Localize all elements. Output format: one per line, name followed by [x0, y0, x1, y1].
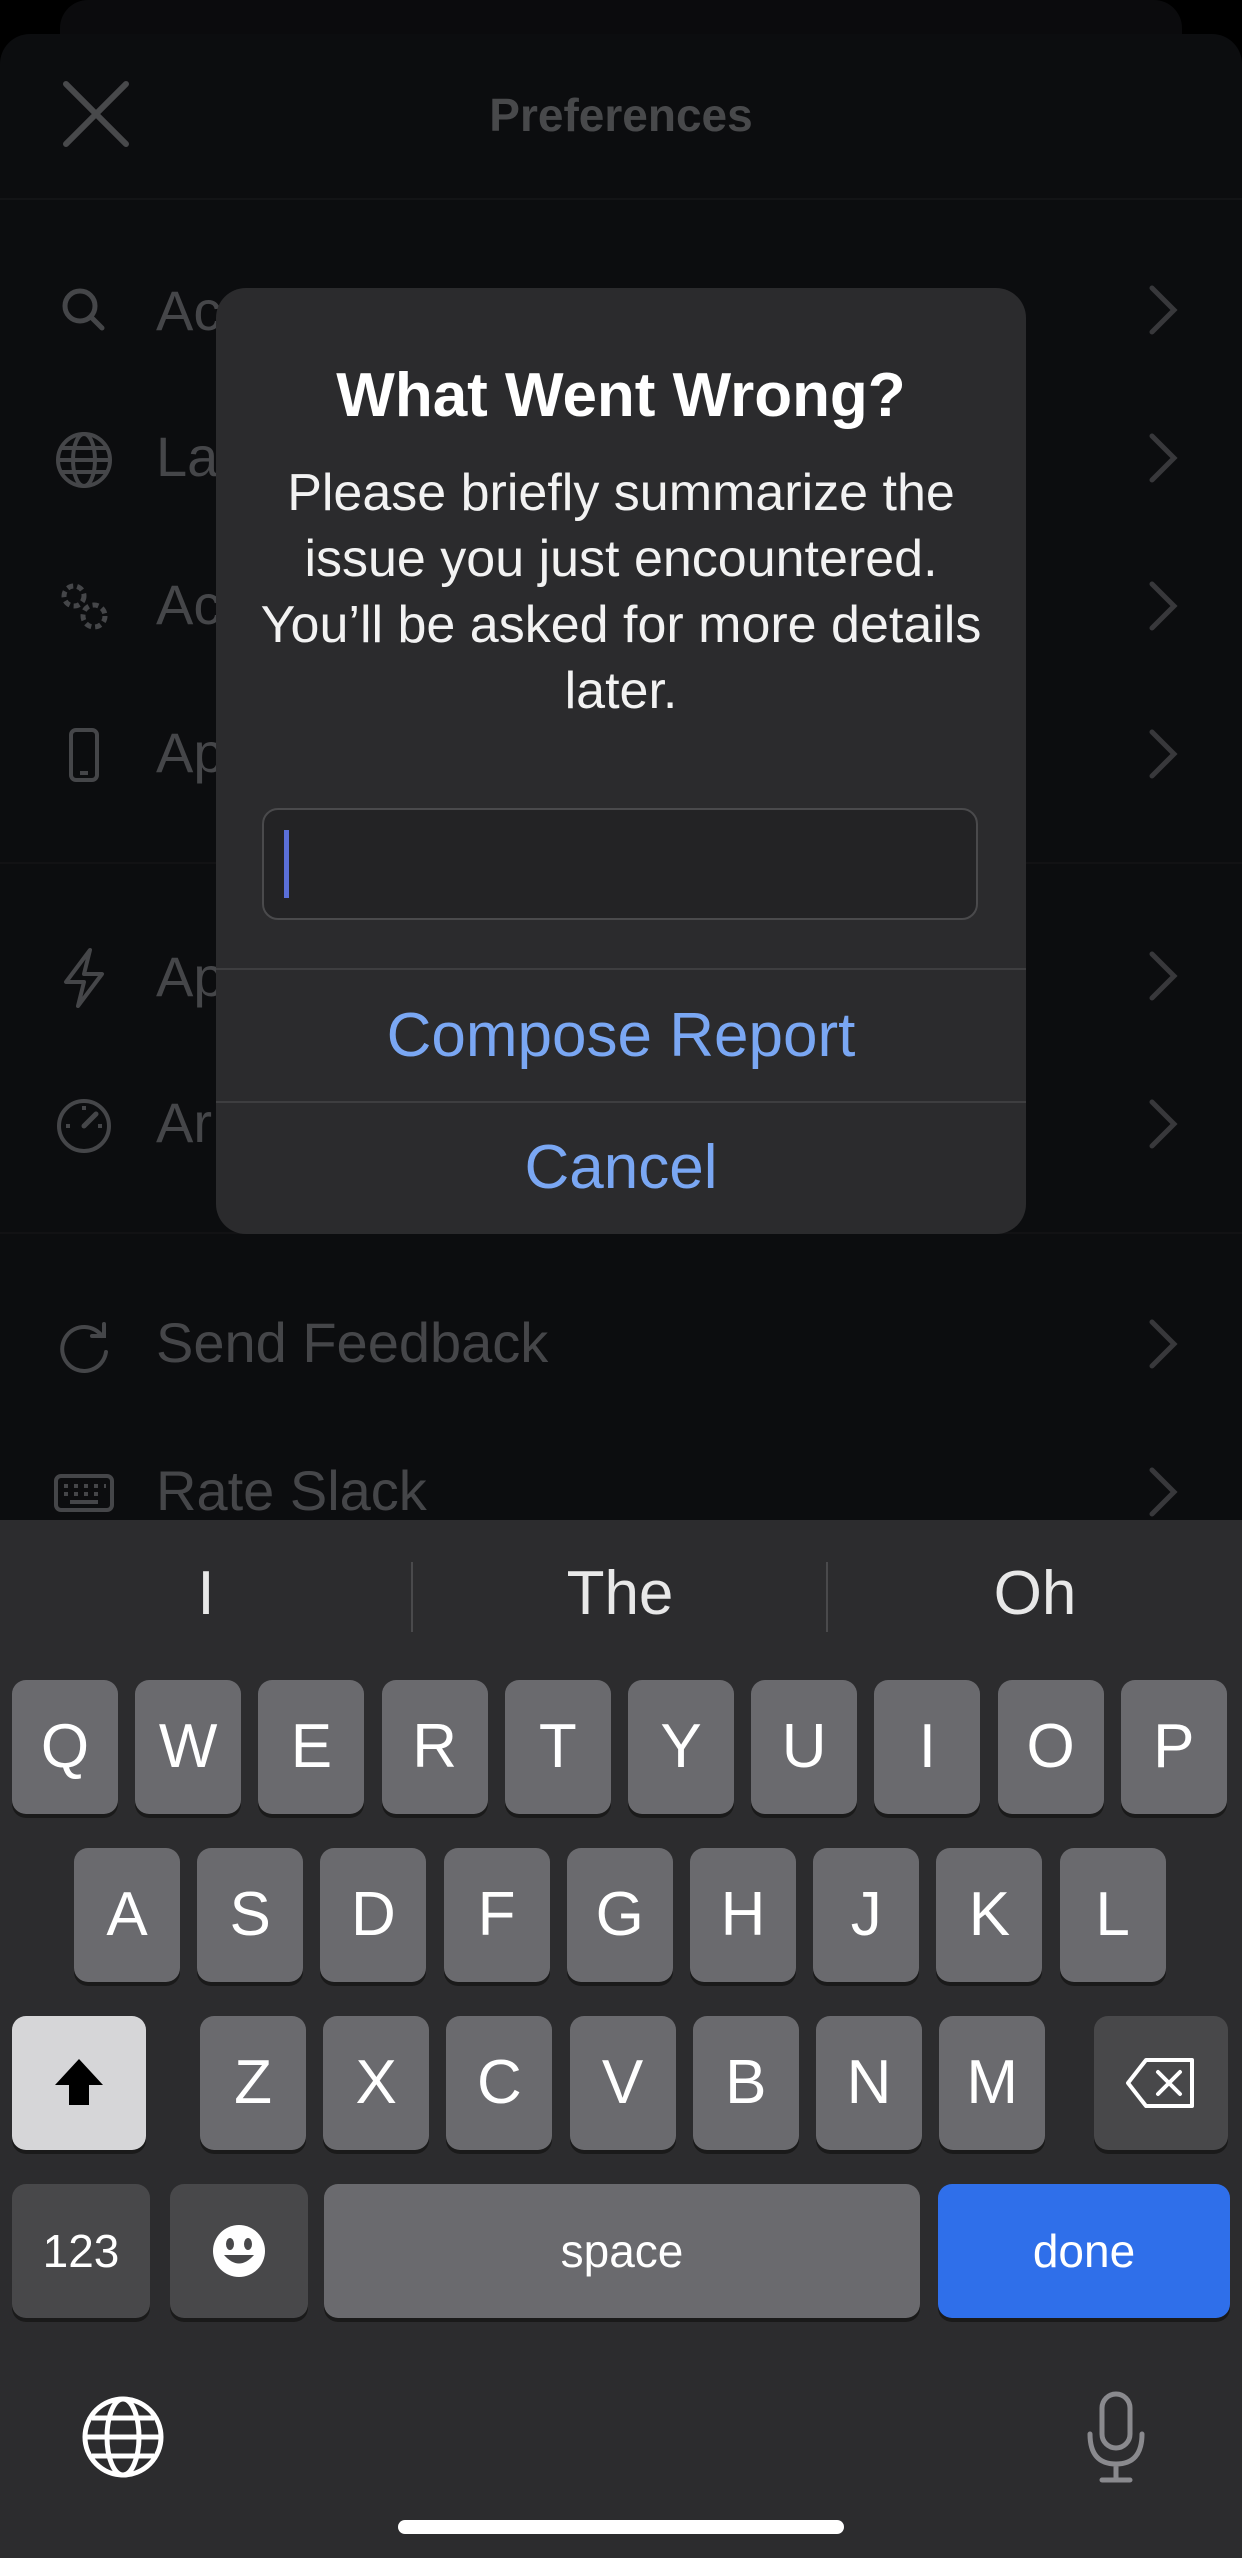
key-a[interactable]: A [74, 1848, 180, 1982]
key-m[interactable]: M [939, 2016, 1046, 2150]
key-l[interactable]: L [1059, 1848, 1166, 1982]
key-k[interactable]: K [936, 1848, 1043, 1982]
suggestion-divider [411, 1562, 413, 1632]
home-indicator [398, 2520, 844, 2534]
backspace-icon [1126, 2058, 1194, 2108]
alert-divider [216, 968, 1026, 970]
text-cursor [284, 830, 289, 898]
key-j[interactable]: J [813, 1848, 920, 1982]
suggestion-3[interactable]: Oh [828, 1558, 1242, 1648]
compose-report-button[interactable]: Compose Report [216, 1000, 1026, 1071]
emoji-icon [213, 2225, 265, 2277]
key-n[interactable]: N [816, 2016, 922, 2150]
key-x[interactable]: X [323, 2016, 430, 2150]
space-key[interactable]: space [324, 2184, 920, 2318]
shift-key[interactable] [12, 2016, 146, 2150]
key-s[interactable]: S [197, 1848, 304, 1982]
microphone-icon[interactable] [1082, 2390, 1150, 2486]
alert-divider [216, 1101, 1026, 1103]
numbers-key[interactable]: 123 [12, 2184, 150, 2318]
key-r[interactable]: R [381, 1680, 488, 1814]
suggestion-2[interactable]: The [414, 1558, 826, 1648]
key-y[interactable]: Y [628, 1680, 734, 1814]
key-c[interactable]: C [446, 2016, 553, 2150]
done-key[interactable]: done [938, 2184, 1230, 2318]
key-g[interactable]: G [566, 1848, 673, 1982]
key-e[interactable]: E [258, 1680, 365, 1814]
key-z[interactable]: Z [200, 2016, 306, 2150]
key-v[interactable]: V [569, 2016, 676, 2150]
key-w[interactable]: W [135, 1680, 242, 1814]
key-u[interactable]: U [751, 1680, 858, 1814]
key-f[interactable]: F [443, 1848, 550, 1982]
key-i[interactable]: I [874, 1680, 981, 1814]
cancel-button[interactable]: Cancel [216, 1132, 1026, 1203]
key-p[interactable]: P [1120, 1680, 1227, 1814]
alert-title: What Went Wrong? [336, 361, 906, 430]
key-h[interactable]: H [690, 1848, 796, 1982]
key-d[interactable]: D [320, 1848, 427, 1982]
delete-key[interactable] [1094, 2016, 1228, 2150]
key-t[interactable]: T [504, 1680, 611, 1814]
issue-summary-input[interactable] [262, 808, 978, 920]
shift-icon [55, 2059, 103, 2105]
suggestion-1[interactable]: I [0, 1558, 412, 1648]
key-b[interactable]: B [692, 2016, 799, 2150]
globe-keyboard-icon[interactable] [80, 2394, 166, 2480]
key-o[interactable]: O [997, 1680, 1104, 1814]
emoji-key[interactable] [170, 2184, 308, 2318]
key-q[interactable]: Q [12, 1680, 118, 1814]
alert-message: Please briefly summarize the issue you j… [260, 464, 982, 720]
